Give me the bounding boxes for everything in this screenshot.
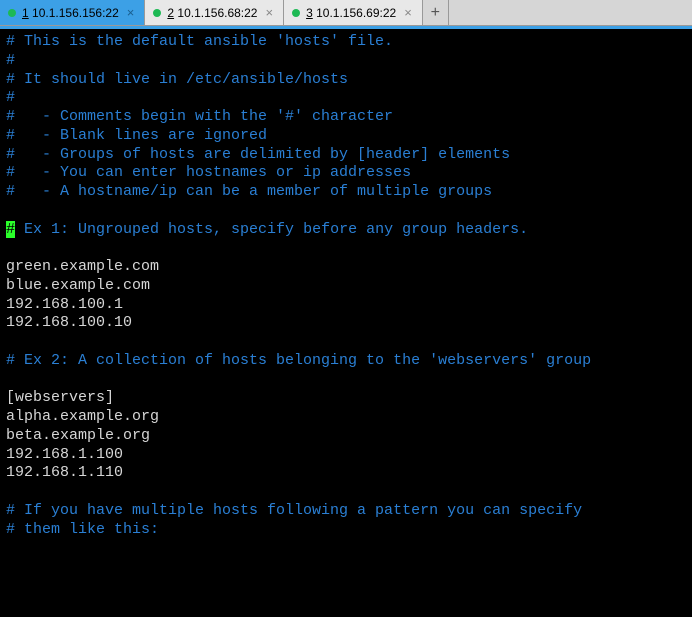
terminal-line	[6, 202, 686, 221]
terminal-line: alpha.example.org	[6, 408, 686, 427]
status-dot-icon	[153, 9, 161, 17]
terminal-line: # - A hostname/ip can be a member of mul…	[6, 183, 686, 202]
terminal-line: # Ex 1: Ungrouped hosts, specify before …	[6, 221, 686, 240]
terminal-line: #	[6, 89, 686, 108]
terminal-line: # - Blank lines are ignored	[6, 127, 686, 146]
terminal-line: # - Groups of hosts are delimited by [he…	[6, 146, 686, 165]
terminal-viewport[interactable]: # This is the default ansible 'hosts' fi…	[0, 26, 692, 617]
tab-3[interactable]: 3 10.1.156.69:22 ×	[284, 0, 423, 25]
terminal-line	[6, 371, 686, 390]
close-icon[interactable]: ×	[125, 5, 137, 20]
tab-1[interactable]: 1 10.1.156.156:22 ×	[0, 0, 145, 25]
close-icon[interactable]: ×	[263, 5, 275, 20]
terminal-line: 192.168.1.100	[6, 446, 686, 465]
terminal-line: 192.168.100.1	[6, 296, 686, 315]
status-dot-icon	[8, 9, 16, 17]
terminal-line: # It should live in /etc/ansible/hosts	[6, 71, 686, 90]
terminal-line: beta.example.org	[6, 427, 686, 446]
terminal-line	[6, 483, 686, 502]
terminal-line	[6, 333, 686, 352]
tab-2[interactable]: 2 10.1.156.68:22 ×	[145, 0, 284, 25]
close-icon[interactable]: ×	[402, 5, 414, 20]
tab-label: 3 10.1.156.69:22	[306, 6, 396, 20]
terminal-line: blue.example.com	[6, 277, 686, 296]
terminal-line	[6, 239, 686, 258]
new-tab-button[interactable]: +	[423, 0, 449, 25]
tab-bar: 1 10.1.156.156:22 × 2 10.1.156.68:22 × 3…	[0, 0, 692, 26]
terminal-line: # This is the default ansible 'hosts' fi…	[6, 33, 686, 52]
terminal-line: # Ex 2: A collection of hosts belonging …	[6, 352, 686, 371]
tab-label: 2 10.1.156.68:22	[167, 6, 257, 20]
terminal-line: [webservers]	[6, 389, 686, 408]
terminal-line: green.example.com	[6, 258, 686, 277]
terminal-line: # - Comments begin with the '#' characte…	[6, 108, 686, 127]
terminal-line: # If you have multiple hosts following a…	[6, 502, 686, 521]
status-dot-icon	[292, 9, 300, 17]
terminal-line: # - You can enter hostnames or ip addres…	[6, 164, 686, 183]
terminal-line: # them like this:	[6, 521, 686, 540]
terminal-line: #	[6, 52, 686, 71]
tab-label: 1 10.1.156.156:22	[22, 6, 119, 20]
terminal-line: 192.168.100.10	[6, 314, 686, 333]
terminal-line: 192.168.1.110	[6, 464, 686, 483]
cursor: #	[6, 221, 15, 238]
